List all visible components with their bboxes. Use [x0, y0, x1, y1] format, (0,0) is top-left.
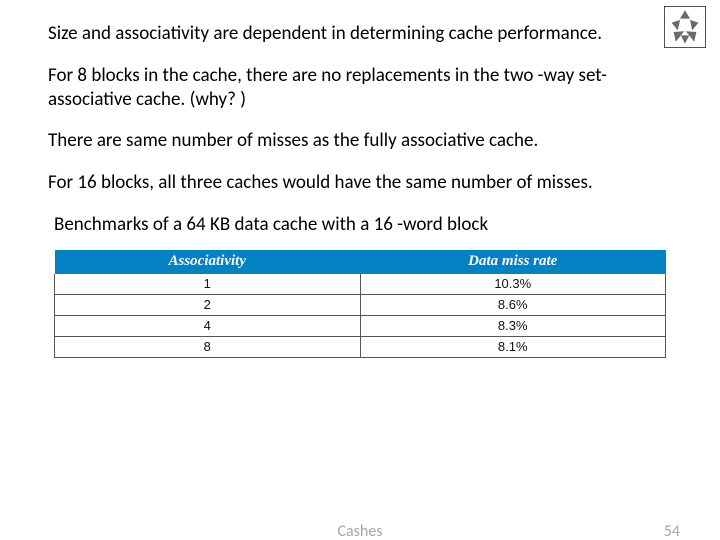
table-row: 8 8.1%	[55, 336, 666, 357]
col-associativity: Associativity	[55, 250, 361, 274]
page-number: 54	[664, 522, 680, 540]
paragraph-16-blocks: For 16 blocks, all three caches would ha…	[48, 171, 672, 195]
cell-assoc: 2	[55, 294, 361, 315]
table-row: 1 10.3%	[55, 274, 666, 295]
technion-logo	[664, 6, 706, 48]
paragraph-intro: Size and associativity are dependent in …	[48, 22, 672, 46]
cell-rate: 8.6%	[360, 294, 666, 315]
cell-rate: 8.1%	[360, 336, 666, 357]
benchmark-table: Associativity Data miss rate 1 10.3% 2 8…	[54, 250, 666, 358]
footer-title: Cashes	[0, 522, 720, 540]
cell-rate: 10.3%	[360, 274, 666, 295]
cell-assoc: 1	[55, 274, 361, 295]
col-miss-rate: Data miss rate	[360, 250, 666, 274]
table-header-row: Associativity Data miss rate	[55, 250, 666, 274]
cell-rate: 8.3%	[360, 315, 666, 336]
paragraph-8-blocks: For 8 blocks in the cache, there are no …	[48, 64, 672, 112]
table-row: 4 8.3%	[55, 315, 666, 336]
cell-assoc: 4	[55, 315, 361, 336]
benchmark-caption: Benchmarks of a 64 KB data cache with a …	[54, 213, 672, 236]
table-row: 2 8.6%	[55, 294, 666, 315]
paragraph-same-misses: There are same number of misses as the f…	[48, 129, 672, 153]
cell-assoc: 8	[55, 336, 361, 357]
slide: Size and associativity are dependent in …	[0, 0, 720, 540]
